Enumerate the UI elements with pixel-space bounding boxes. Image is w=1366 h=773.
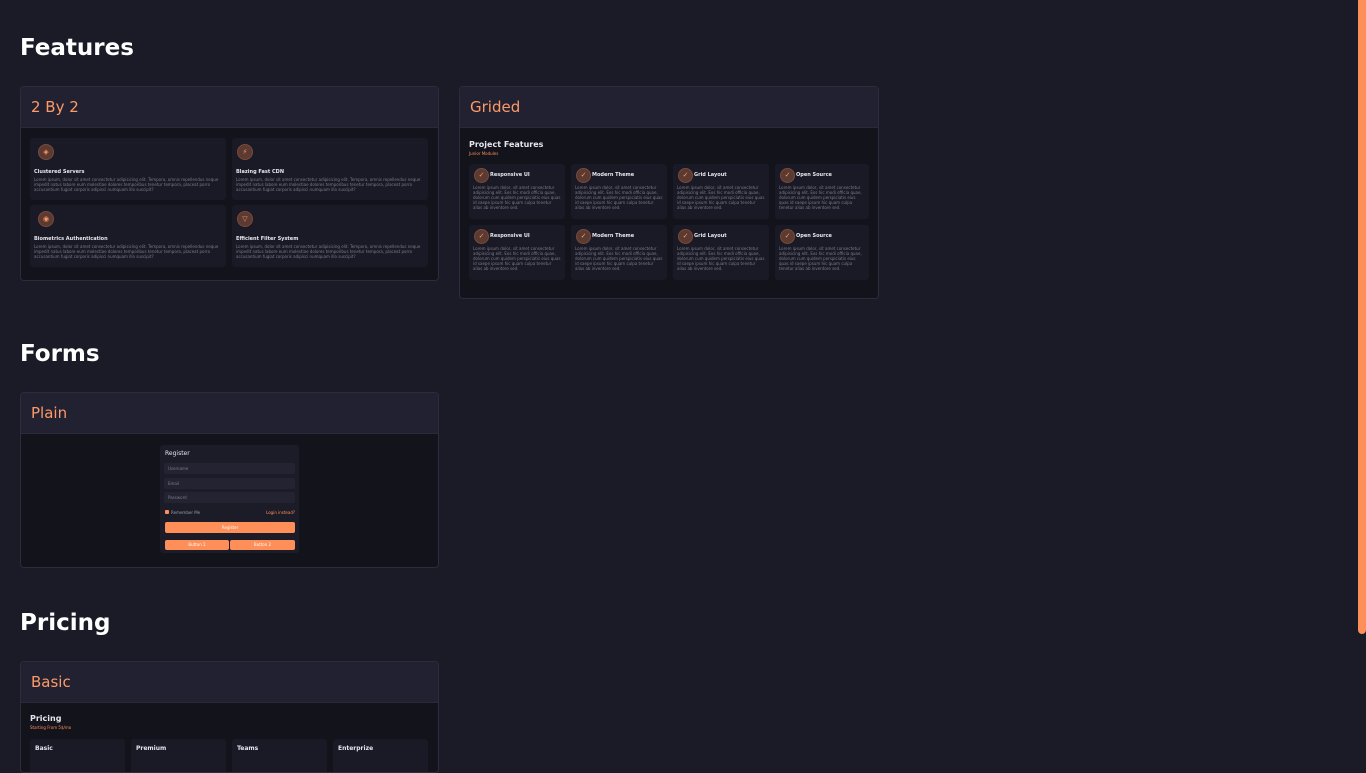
check-icon: ✓ <box>474 229 489 244</box>
plan-name: Premium <box>136 745 167 752</box>
feature-text: Lorem ipsum, dolor sit amet consectetur … <box>236 244 421 259</box>
card-title: 2 By 2 <box>31 98 79 116</box>
grid-feature-title: Responsive UI <box>490 172 530 178</box>
filter-icon: ▽ <box>237 211 253 227</box>
card-preview: Project Features Junior Modules ✓ Respon… <box>460 128 878 298</box>
preview-subheading: Junior Modules <box>469 151 499 156</box>
pricing-plan: Teams <box>232 739 327 772</box>
card-header: Plain <box>21 393 438 434</box>
grid-feature-title: Responsive UI <box>490 233 530 239</box>
check-icon: ✓ <box>576 168 591 183</box>
card-title: Basic <box>31 673 71 691</box>
feature-title: Efficient Filter System <box>236 236 299 242</box>
plan-name: Basic <box>35 745 53 752</box>
feature-title: Blazing Fast CDN <box>236 169 285 175</box>
pricing-plan: Basic <box>30 739 125 772</box>
email-field: Email <box>164 478 295 489</box>
preview-heading: Project Features <box>469 140 544 149</box>
check-icon: ✓ <box>678 229 693 244</box>
form-title: Register <box>165 450 190 457</box>
card-preview: ◈ Clustered Servers Lorem ipsum, dolor s… <box>21 128 438 280</box>
pricing-plan: Premium <box>131 739 226 772</box>
password-field: Password <box>164 492 295 503</box>
card-grided[interactable]: Grided Project Features Junior Modules ✓… <box>459 86 879 299</box>
server-icon: ◈ <box>38 144 54 160</box>
register-form: Register Username Email Password Remembe… <box>160 445 299 553</box>
grid-feature-text: Lorem ipsum dolor, sit amet consectetur … <box>677 246 765 271</box>
scrollbar-thumb[interactable] <box>1358 0 1366 634</box>
remember-label: Remember Me <box>171 510 201 515</box>
feature-text: Lorem ipsum, dolor sit amet consectetur … <box>34 244 219 259</box>
card-basic[interactable]: Basic Pricing Starting From 5$/mo Basic … <box>20 661 439 773</box>
register-button: Register <box>165 522 295 533</box>
card-preview: Register Username Email Password Remembe… <box>21 434 438 567</box>
grid-feature-text: Lorem ipsum dolor, sit amet consectetur … <box>575 185 663 210</box>
pricing-plan: Enterprize <box>333 739 428 772</box>
grid-feature-tile: ✓ Responsive UI Lorem ipsum dolor, sit a… <box>469 225 565 280</box>
check-icon: ✓ <box>474 168 489 183</box>
login-link: Login instead? <box>266 510 295 515</box>
grid-feature-text: Lorem ipsum dolor, sit amet consectetur … <box>779 185 862 210</box>
feature-text: Lorem ipsum, dolor sit amet consectetur … <box>34 177 219 192</box>
card-title: Plain <box>31 404 68 422</box>
grid-feature-text: Lorem ipsum dolor, sit amet consectetur … <box>575 246 663 271</box>
feature-tile: ◉ Biometrics Authentication Lorem ipsum,… <box>30 205 226 267</box>
card-header: Grided <box>460 87 878 128</box>
card-plain[interactable]: Plain Register Username Email Password R… <box>20 392 439 568</box>
section-title-forms: Forms <box>20 341 100 367</box>
feature-tile: ◈ Clustered Servers Lorem ipsum, dolor s… <box>30 138 226 200</box>
plan-name: Teams <box>237 745 259 752</box>
card-preview: Pricing Starting From 5$/mo Basic Premiu… <box>21 703 438 772</box>
grid-feature-text: Lorem ipsum dolor, sit amet consectetur … <box>473 246 561 271</box>
button-1: Button 1 <box>165 540 229 550</box>
grid-feature-tile: ✓ Modern Theme Lorem ipsum dolor, sit am… <box>571 164 667 219</box>
check-icon: ✓ <box>780 229 795 244</box>
grid-feature-tile: ✓ Grid Layout Lorem ipsum dolor, sit ame… <box>673 225 769 280</box>
plan-name: Enterprize <box>338 745 374 752</box>
grid-feature-title: Open Source <box>796 172 832 178</box>
check-icon: ✓ <box>780 168 795 183</box>
feature-tile: ▽ Efficient Filter System Lorem ipsum, d… <box>232 205 428 267</box>
fingerprint-icon: ◉ <box>38 211 54 227</box>
card-title: Grided <box>470 98 521 116</box>
grid-feature-tile: ✓ Modern Theme Lorem ipsum dolor, sit am… <box>571 225 667 280</box>
section-title-features: Features <box>20 35 134 61</box>
check-icon: ✓ <box>576 229 591 244</box>
pricing-heading: Pricing <box>30 714 62 723</box>
username-field: Username <box>164 463 295 474</box>
grid-feature-text: Lorem ipsum dolor, sit amet consectetur … <box>677 185 765 210</box>
grid-feature-title: Open Source <box>796 233 832 239</box>
bolt-icon: ⚡ <box>237 144 253 160</box>
grid-feature-title: Modern Theme <box>592 233 635 239</box>
grid-feature-tile: ✓ Grid Layout Lorem ipsum dolor, sit ame… <box>673 164 769 219</box>
grid-feature-title: Grid Layout <box>694 233 727 239</box>
check-icon: ✓ <box>678 168 693 183</box>
section-title-pricing: Pricing <box>20 610 111 636</box>
button-2: Button 2 <box>230 540 295 550</box>
grid-feature-tile: ✓ Responsive UI Lorem ipsum dolor, sit a… <box>469 164 565 219</box>
grid-feature-text: Lorem ipsum dolor, sit amet consectetur … <box>779 246 862 271</box>
remember-checkbox <box>165 510 169 514</box>
grid-feature-title: Modern Theme <box>592 172 635 178</box>
feature-title: Clustered Servers <box>34 169 85 175</box>
card-header: Basic <box>21 662 438 703</box>
pricing-subheading: Starting From 5$/mo <box>30 725 72 730</box>
feature-title: Biometrics Authentication <box>34 236 108 242</box>
grid-feature-title: Grid Layout <box>694 172 727 178</box>
grid-feature-tile: ✓ Open Source Lorem ipsum dolor, sit ame… <box>775 225 869 280</box>
grid-feature-text: Lorem ipsum dolor, sit amet consectetur … <box>473 185 561 210</box>
card-2-by-2[interactable]: 2 By 2 ◈ Clustered Servers Lorem ipsum, … <box>20 86 439 281</box>
card-header: 2 By 2 <box>21 87 438 128</box>
grid-feature-tile: ✓ Open Source Lorem ipsum dolor, sit ame… <box>775 164 869 219</box>
feature-text: Lorem ipsum, dolor sit amet consectetur … <box>236 177 421 192</box>
feature-tile: ⚡ Blazing Fast CDN Lorem ipsum, dolor si… <box>232 138 428 200</box>
